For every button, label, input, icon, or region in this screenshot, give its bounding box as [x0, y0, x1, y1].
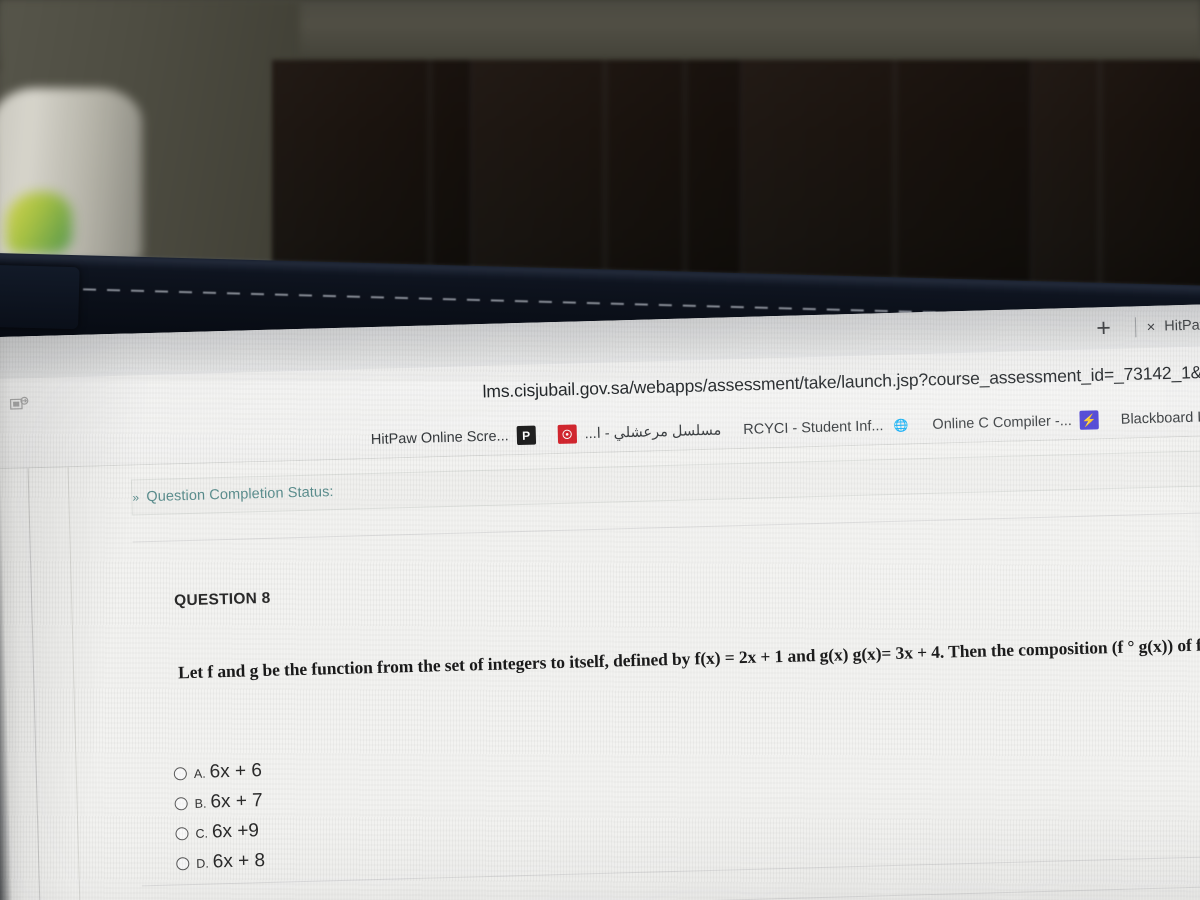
close-tab-icon[interactable]: ×: [1146, 318, 1155, 335]
url-text[interactable]: lms.cisjubail.gov.sa/webapps/assessment/…: [482, 359, 1200, 403]
radio-button-c[interactable]: [175, 827, 189, 841]
bookmark-online-c-compiler[interactable]: Online C Compiler -... ⚡: [932, 410, 1100, 433]
bookmark-label: Blackboard Learn: [1120, 408, 1200, 428]
option-d-text: 6x + 8: [212, 850, 266, 873]
radio-button-d[interactable]: [176, 857, 190, 871]
bookmark-label: Online C Compiler -...: [932, 412, 1073, 433]
lid-corner-tab: [0, 263, 80, 330]
question-completion-status-label: Question Completion Status:: [146, 484, 334, 506]
option-b-text: 6x + 7: [210, 790, 264, 813]
globe-icon: 🌐: [893, 417, 909, 433]
option-d-letter: D.: [196, 856, 209, 871]
question-8-number: QUESTION 8: [173, 589, 271, 610]
bookmark-rcyci-student-info[interactable]: RCYCI - Student Inf... 🌐: [743, 415, 911, 439]
option-a[interactable]: A. 6x + 6: [173, 760, 264, 792]
option-b[interactable]: B. 6x + 7: [174, 790, 264, 822]
answer-options-list: A. 6x + 6 B. 6x + 7 C. 6x +9 D. 6x + 8: [173, 760, 266, 882]
bookmark-blackboard-learn[interactable]: Blackboard Learn 🌐: [1121, 406, 1200, 429]
option-a-text: 6x + 6: [209, 760, 263, 783]
screenshot-capture-icon[interactable]: [9, 396, 29, 413]
bottle-label: [6, 192, 72, 254]
bookmark-label: مسلسل مرعشلي - ا...: [584, 422, 722, 442]
tab-divider: [1135, 317, 1137, 338]
video-site-icon: ☉: [557, 424, 577, 444]
blackboard-assessment-page: » Question Completion Status: QUESTION 8…: [0, 435, 1200, 900]
chevron-down-icon[interactable]: »: [132, 490, 139, 504]
bookmark-label: HitPaw Online Scre...: [370, 427, 509, 448]
option-d[interactable]: D. 6x + 8: [176, 850, 266, 882]
radio-button-b[interactable]: [174, 797, 188, 811]
lightning-icon: ⚡: [1079, 410, 1100, 430]
bookmark-label: RCYCI - Student Inf...: [743, 417, 884, 438]
option-c[interactable]: C. 6x +9: [175, 820, 265, 852]
screenshot-root: + × HitPaw Onlin lms.cisjubail.gov.sa/we…: [0, 0, 1200, 900]
option-c-text: 6x +9: [211, 820, 260, 843]
option-b-letter: B.: [194, 796, 207, 811]
laptop-screen: + × HitPaw Onlin lms.cisjubail.gov.sa/we…: [0, 303, 1200, 900]
hitpaw-icon: P: [516, 425, 536, 446]
bookmark-hitpaw-online-screen[interactable]: HitPaw Online Scre... P: [370, 425, 536, 449]
option-a-letter: A.: [193, 766, 206, 781]
active-tab-title[interactable]: HitPaw Onlin: [1164, 316, 1200, 334]
radio-button-a[interactable]: [173, 767, 188, 781]
option-c-letter: C.: [195, 826, 209, 841]
new-tab-button[interactable]: +: [1081, 307, 1126, 350]
page-left-rule: [27, 468, 42, 900]
bookmark-arabic-series[interactable]: مسلسل مرعشلي - ا... ☉: [557, 421, 721, 444]
